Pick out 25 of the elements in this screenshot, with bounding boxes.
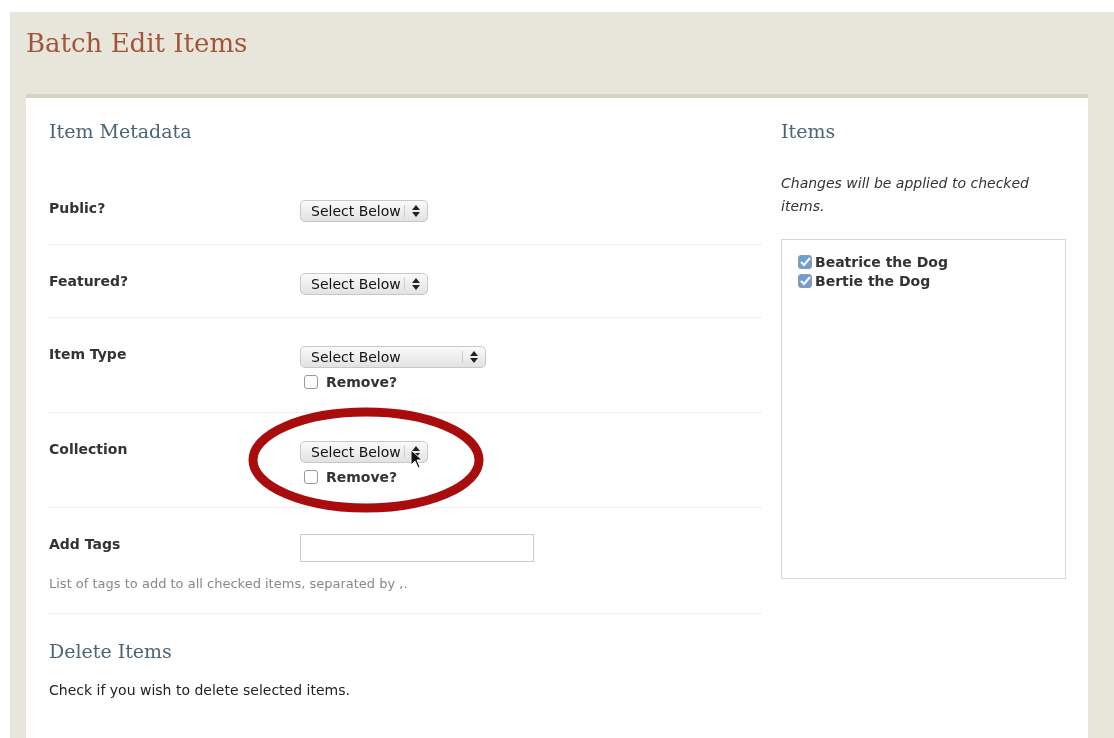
field-label: Public?: [49, 200, 107, 218]
items-note: Changes will be applied to checked items.: [781, 174, 1030, 216]
checkbox-label: Remove?: [326, 469, 398, 485]
section-heading: Items: [781, 120, 837, 142]
checkbox-label: Remove?: [326, 374, 398, 390]
field-label: Featured?: [49, 273, 130, 291]
section-heading: Item Metadata: [49, 120, 193, 142]
select-dropdown[interactable]: Select Below: [300, 441, 428, 463]
item-label: Beatrice the Dog: [815, 254, 948, 270]
select-dropdown[interactable]: Select Below: [300, 346, 486, 368]
select-dropdown[interactable]: Select Below: [300, 273, 428, 295]
select-dropdown[interactable]: Select Below: [300, 200, 428, 222]
section-heading: Delete Items: [49, 640, 173, 662]
page-title: Batch Edit Items: [26, 28, 249, 60]
field-label: Add Tags: [49, 536, 122, 554]
delete-instructions: Check if you wish to delete selected items.: [49, 682, 351, 698]
checkbox[interactable]: [798, 274, 812, 288]
checkbox[interactable]: [304, 375, 318, 389]
checkbox[interactable]: [304, 470, 318, 484]
field-hint: List of tags to add to all checked items, separated by ,.: [49, 576, 409, 591]
field-label: Collection: [49, 441, 129, 459]
tags-input-field[interactable]: [300, 534, 534, 562]
checkbox[interactable]: [798, 255, 812, 269]
item-label: Bertie the Dog: [815, 273, 931, 289]
field-label: Item Type: [49, 346, 128, 364]
